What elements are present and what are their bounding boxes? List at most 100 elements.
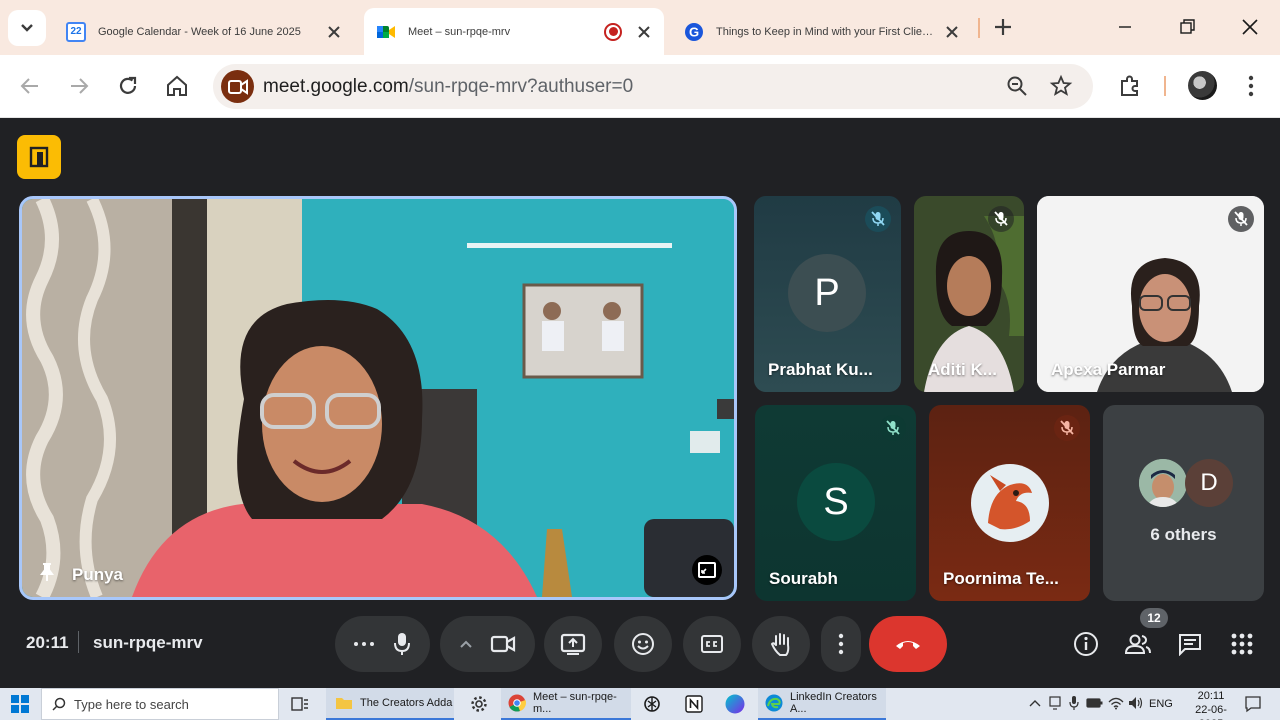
others-tile[interactable]: D 6 others <box>1103 405 1264 601</box>
avatar <box>971 464 1049 542</box>
tab-meet[interactable]: Meet – sun-rpqe-mrv <box>364 8 664 55</box>
close-tab-icon[interactable] <box>326 24 342 40</box>
volume-icon[interactable] <box>1128 696 1144 710</box>
tab-things-to-keep[interactable]: G Things to Keep in Mind with your First… <box>672 8 972 55</box>
companion-mode-button[interactable] <box>17 135 61 179</box>
close-window-icon[interactable] <box>1237 14 1263 40</box>
taskbar-app-notion[interactable] <box>682 688 706 720</box>
present-screen-icon <box>560 633 586 655</box>
taskbar-search-input[interactable]: Type here to search <box>41 688 279 720</box>
hand-icon <box>770 633 790 656</box>
people-count-badge: 12 <box>1140 608 1168 628</box>
reload-icon[interactable] <box>114 72 142 100</box>
muted-mic-icon <box>988 206 1014 232</box>
wifi-icon[interactable] <box>1108 696 1124 710</box>
mic-tray-icon[interactable] <box>1068 696 1080 710</box>
others-count-label: 6 others <box>1150 525 1217 544</box>
taskbar-app-label: The Creators Adda <box>360 697 453 709</box>
close-tab-icon[interactable] <box>944 24 960 40</box>
people-button[interactable] <box>1124 630 1152 658</box>
home-icon[interactable] <box>163 72 191 100</box>
participant-tile-aditi[interactable]: Aditi K... <box>914 196 1024 392</box>
profile-avatar[interactable] <box>1188 71 1217 100</box>
door-icon <box>29 146 49 168</box>
clock-date: 22-06-2025 <box>1195 704 1227 720</box>
spotlight-tile[interactable]: Punya <box>19 196 737 600</box>
zoom-icon[interactable] <box>1005 74 1029 98</box>
participant-video <box>22 199 734 597</box>
present-button[interactable] <box>544 616 602 672</box>
tab-separator <box>978 18 980 38</box>
notifications-icon[interactable] <box>1244 695 1262 713</box>
taskbar-app-canva[interactable] <box>723 688 747 720</box>
pin-icon[interactable] <box>36 561 58 583</box>
minimize-icon[interactable] <box>1112 14 1138 40</box>
url-text[interactable]: meet.google.com/sun-rpqe-mrv?authuser=0 <box>263 76 633 98</box>
tab-title: Things to Keep in Mind with your First C… <box>716 25 936 38</box>
browser-toolbar: meet.google.com/sun-rpqe-mrv?authuser=0 <box>0 55 1280 118</box>
participant-tile-poornima[interactable]: Poornima Te... <box>929 405 1090 601</box>
muted-mic-icon <box>1228 206 1254 232</box>
taskbar-app-creators-adda[interactable]: The Creators Adda <box>326 688 454 720</box>
restore-icon[interactable] <box>1174 14 1200 40</box>
participant-tile-apexa[interactable]: Apexa Parmar <box>1037 196 1264 392</box>
chatgpt-icon <box>644 696 660 712</box>
address-bar[interactable]: meet.google.com/sun-rpqe-mrv?authuser=0 <box>213 64 1093 109</box>
muted-mic-icon <box>865 206 891 232</box>
settings-gear-icon <box>471 696 487 712</box>
clock-time: 20:11 <box>1197 690 1225 702</box>
canva-icon <box>725 694 745 714</box>
leave-call-button[interactable] <box>869 616 947 672</box>
participant-name: Punya <box>72 565 124 584</box>
more-menu-icon[interactable] <box>1237 72 1265 100</box>
meeting-details-button[interactable] <box>1072 630 1100 658</box>
microphone-icon[interactable] <box>392 631 412 657</box>
more-mic-options-icon[interactable] <box>353 640 375 648</box>
taskbar-app-chrome-meet[interactable]: Meet – sun-rpqe-m... <box>501 688 631 720</box>
more-options-button[interactable] <box>821 616 861 672</box>
fit-to-frame-button[interactable] <box>692 555 722 585</box>
camera-icon[interactable] <box>490 634 516 654</box>
people-icon <box>1124 634 1151 654</box>
extensions-icon[interactable] <box>1116 72 1144 100</box>
muted-mic-icon <box>1054 415 1080 441</box>
taskbar-app-settings[interactable] <box>462 688 496 720</box>
taskbar-app-chatgpt[interactable] <box>640 688 664 720</box>
chevron-up-icon[interactable] <box>459 639 473 649</box>
meet-stage: Punya P Prabhat Ku... Aditi K... Apexa P… <box>0 118 1280 688</box>
raise-hand-button[interactable] <box>752 616 810 672</box>
chat-icon <box>1179 634 1201 656</box>
google-meet-icon <box>377 25 395 38</box>
reactions-button[interactable] <box>614 616 672 672</box>
captions-button[interactable] <box>683 616 741 672</box>
tab-google-calendar[interactable]: 22 Google Calendar - Week of 16 June 202… <box>54 8 354 55</box>
toolbar-separator <box>1164 76 1166 96</box>
devices-icon[interactable] <box>1049 696 1061 710</box>
site-info-icon[interactable] <box>221 70 254 103</box>
participant-name: Aditi K... <box>928 360 997 379</box>
activities-button[interactable] <box>1228 630 1256 658</box>
forward-icon[interactable] <box>65 72 93 100</box>
participant-tile-sourabh[interactable]: S Sourabh <box>755 405 916 601</box>
taskbar-app-edge-linkedin[interactable]: LinkedIn Creators A... <box>758 688 886 720</box>
meeting-code[interactable]: sun-rpqe-mrv <box>93 633 203 653</box>
chevron-up-icon[interactable] <box>1029 696 1041 710</box>
chat-button[interactable] <box>1176 630 1204 658</box>
windows-start-icon[interactable] <box>11 695 29 713</box>
close-tab-icon[interactable] <box>636 24 652 40</box>
meeting-time: 20:11 <box>26 633 69 652</box>
participant-name: Apexa Parmar <box>1051 360 1166 379</box>
taskbar: Type here to search The Creators Adda Me… <box>0 688 1280 720</box>
participant-tile-prabhat[interactable]: P Prabhat Ku... <box>754 196 901 392</box>
system-clock[interactable]: 20:11 22-06-2025 <box>1186 689 1236 720</box>
avatar: S <box>797 463 875 541</box>
tab-title: Meet – sun-rpqe-mrv <box>408 25 511 38</box>
edge-icon <box>764 693 784 713</box>
battery-icon[interactable] <box>1086 696 1104 710</box>
tab-search-button[interactable] <box>8 10 46 46</box>
new-tab-icon[interactable] <box>990 14 1016 40</box>
back-icon[interactable] <box>16 72 44 100</box>
bookmark-star-icon[interactable] <box>1049 74 1073 98</box>
task-view-icon[interactable] <box>291 696 309 712</box>
language-indicator[interactable]: ENG <box>1149 698 1173 710</box>
